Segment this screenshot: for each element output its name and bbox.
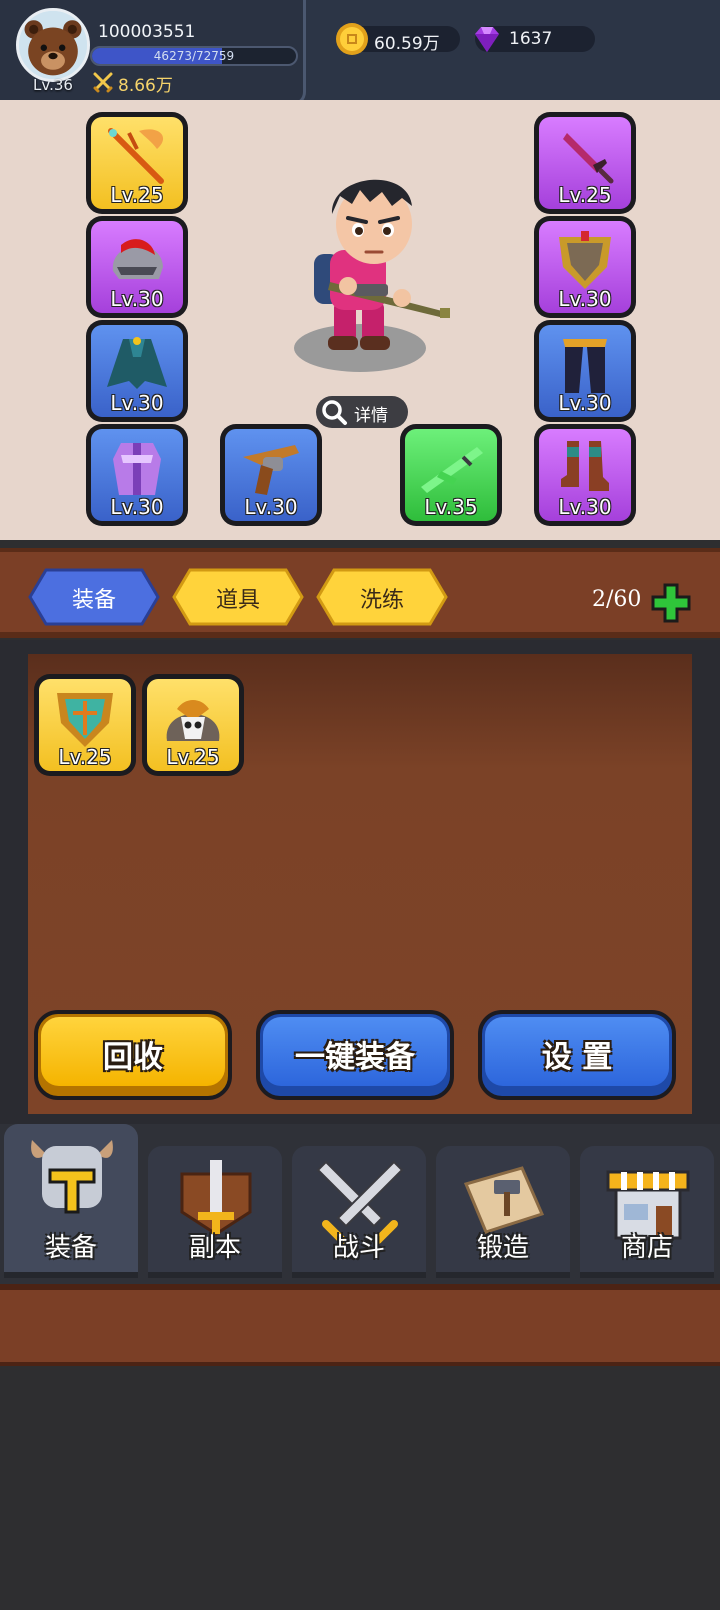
settings-button[interactable]: 设 置 [478,1010,676,1100]
magnifier-icon [322,400,347,425]
nav-battle[interactable]: 战斗 [292,1146,426,1278]
tab-equipment[interactable]: 装备 [28,568,160,626]
equip-slot-helmet[interactable]: Lv.30 [86,216,188,318]
details-button[interactable]: 详情 [316,396,408,428]
plus-icon[interactable] [650,582,692,624]
nav-shop[interactable]: 商店 [580,1146,714,1278]
exp-text: 46273/72759 [153,49,235,63]
boots-icon [561,441,609,491]
equip-level: Lv.30 [110,287,164,311]
equip-slot-weapon[interactable]: Lv.25 [86,112,188,214]
rifle-icon [421,447,483,493]
player-level: Lv.36 [33,76,73,94]
player-id: 100003551 [98,22,196,42]
settings-label: 设 置 [541,1040,613,1075]
tab-label: 道具 [215,588,260,613]
gem-counter[interactable]: 1637 [475,26,595,52]
inventory-item[interactable]: Lv.25 [34,674,136,776]
skull-helmet-icon [166,700,220,741]
red-helmet-icon [112,239,163,279]
revolver-icon [243,445,299,495]
recycle-button[interactable]: 回收 [34,1010,232,1100]
inventory-tab-bar: 装备 道具 洗练 2/60 [0,548,720,638]
equip-level: Lv.30 [558,495,612,519]
equip-level: Lv.25 [558,183,612,207]
exp-bar: 46273/72759 [90,46,298,66]
nav-label: 锻造 [476,1233,529,1263]
crossed-swords-power-icon [93,72,113,93]
bottom-navigation: 装备 副本 战斗 锻造 商店 [0,1124,720,1284]
equipment-stage: Lv.25 Lv.30 Lv.30 Lv.30 Lv.30 Lv.35 Lv.2… [0,100,720,540]
tab-label: 洗练 [359,588,404,613]
equip-all-label: 一键装备 [295,1040,415,1075]
equip-slot-dagger[interactable]: Lv.25 [534,112,636,214]
nav-label: 战斗 [332,1233,385,1263]
equip-slot-primary-weapon[interactable]: Lv.35 [400,424,502,526]
gold-coin-icon [336,23,368,55]
equip-slot-shield[interactable]: Lv.30 [534,216,636,318]
equip-level: Lv.30 [110,495,164,519]
nav-equipment[interactable]: 装备 [4,1124,138,1278]
hero-character[interactable] [290,162,470,397]
equip-level: Lv.30 [244,495,298,519]
cloak-icon [107,337,167,389]
purple-armor-icon [113,443,161,495]
combat-power: 8.66万 [118,76,173,96]
bear-avatar-icon [19,11,87,79]
scepter-icon [108,128,164,184]
player-panel[interactable]: Lv.36 100003551 46273/72759 8.66万 [0,0,306,106]
gold-counter[interactable]: 60.59万 [336,23,460,55]
nav-forge[interactable]: 锻造 [436,1146,570,1278]
recycle-label: 回收 [103,1040,163,1075]
equip-level: Lv.30 [110,391,164,415]
inventory-area: Lv.25 Lv.25 回收 一键装备 设 置 [0,640,720,1124]
nav-label: 副本 [188,1233,241,1263]
inventory-item[interactable]: Lv.25 [142,674,244,776]
gold-value: 60.59万 [374,34,440,54]
bag-capacity: 2/60 [592,587,642,612]
equip-slot-pants[interactable]: Lv.30 [534,320,636,422]
golden-shield-icon [559,231,611,289]
footer-band [0,1284,720,1366]
purple-gem-icon [475,27,499,52]
green-shield-icon [57,693,113,747]
item-level: Lv.25 [166,745,220,769]
top-header: Lv.36 100003551 46273/72759 8.66万 60.59万… [0,0,720,106]
tab-items[interactable]: 道具 [172,568,304,626]
equip-level: Lv.35 [424,495,478,519]
equip-slot-boots[interactable]: Lv.30 [534,424,636,526]
equip-level: Lv.25 [110,183,164,207]
item-level: Lv.25 [58,745,112,769]
dagger-icon [563,133,614,184]
equip-slot-cloak[interactable]: Lv.30 [86,320,188,422]
inventory-panel[interactable]: Lv.25 Lv.25 回收 一键装备 设 置 [28,654,692,1114]
pants-icon [563,339,607,393]
equip-slot-armor[interactable]: Lv.30 [86,424,188,526]
tab-label: 装备 [71,588,116,613]
bottom-empty-area [0,1366,720,1610]
gem-value: 1637 [509,29,553,49]
tab-refine[interactable]: 洗练 [316,568,448,626]
armor-icon [31,1140,113,1214]
equip-slot-sidearm[interactable]: Lv.30 [220,424,322,526]
equip-level: Lv.30 [558,391,612,415]
equip-all-button[interactable]: 一键装备 [256,1010,454,1100]
details-label: 详情 [354,406,388,426]
player-avatar[interactable] [16,8,90,82]
nav-label: 装备 [44,1233,97,1263]
nav-dungeon[interactable]: 副本 [148,1146,282,1278]
nav-label: 商店 [620,1233,673,1263]
equip-level: Lv.30 [558,287,612,311]
